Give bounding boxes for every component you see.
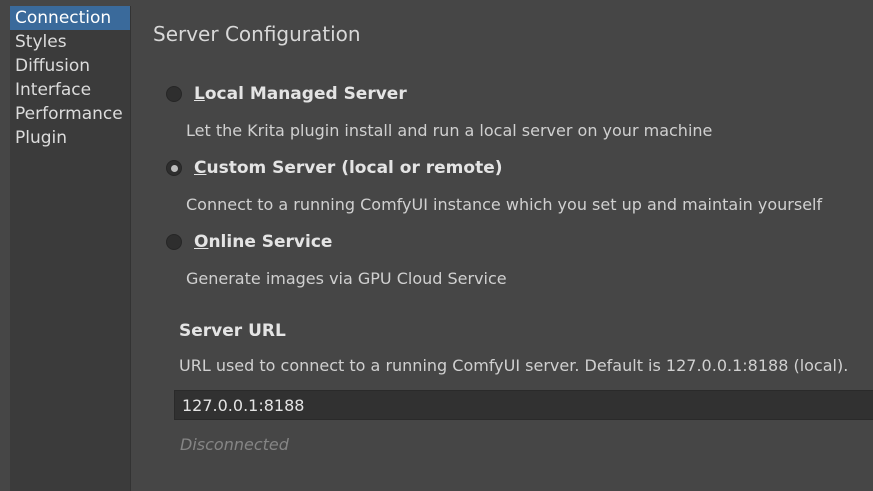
- local-managed-server-description: Let the Krita plugin install and run a l…: [186, 121, 713, 140]
- sidebar-item-plugin[interactable]: Plugin: [10, 126, 130, 150]
- mnemonic-letter: L: [194, 84, 205, 104]
- connection-status: Disconnected: [180, 435, 289, 454]
- local-managed-server-label[interactable]: Local Managed Server: [194, 84, 407, 104]
- online-service-option[interactable]: Online Service: [166, 230, 332, 254]
- connection-settings-panel: Server Configuration Local Managed Serve…: [130, 0, 873, 491]
- custom-server-label[interactable]: Custom Server (local or remote): [194, 158, 503, 178]
- local-managed-server-option[interactable]: Local Managed Server: [166, 82, 407, 106]
- settings-sidebar: Connection Styles Diffusion Interface Pe…: [10, 6, 131, 491]
- sidebar-item-styles[interactable]: Styles: [10, 30, 130, 54]
- settings-window: Connection Styles Diffusion Interface Pe…: [0, 0, 873, 491]
- option-label-text: nline Service: [208, 232, 333, 252]
- page-title: Server Configuration: [153, 22, 361, 46]
- online-service-radio[interactable]: [166, 234, 182, 250]
- server-url-input[interactable]: [174, 390, 873, 420]
- online-service-label[interactable]: Online Service: [194, 232, 332, 252]
- online-service-description: Generate images via GPU Cloud Service: [186, 269, 507, 288]
- custom-server-radio[interactable]: [166, 160, 182, 176]
- server-url-description: URL used to connect to a running ComfyUI…: [179, 356, 849, 375]
- custom-server-option[interactable]: Custom Server (local or remote): [166, 156, 503, 180]
- sidebar-item-interface[interactable]: Interface: [10, 78, 130, 102]
- server-url-label: Server URL: [179, 321, 286, 341]
- sidebar-item-diffusion[interactable]: Diffusion: [10, 54, 130, 78]
- option-label-text: ustom Server (local or remote): [206, 158, 503, 178]
- custom-server-description: Connect to a running ComfyUI instance wh…: [186, 195, 823, 214]
- mnemonic-letter: C: [194, 158, 207, 178]
- local-managed-server-radio[interactable]: [166, 86, 182, 102]
- mnemonic-letter: O: [194, 232, 209, 252]
- sidebar-item-connection[interactable]: Connection: [10, 6, 130, 30]
- option-label-text: ocal Managed Server: [204, 84, 407, 104]
- sidebar-item-performance[interactable]: Performance: [10, 102, 130, 126]
